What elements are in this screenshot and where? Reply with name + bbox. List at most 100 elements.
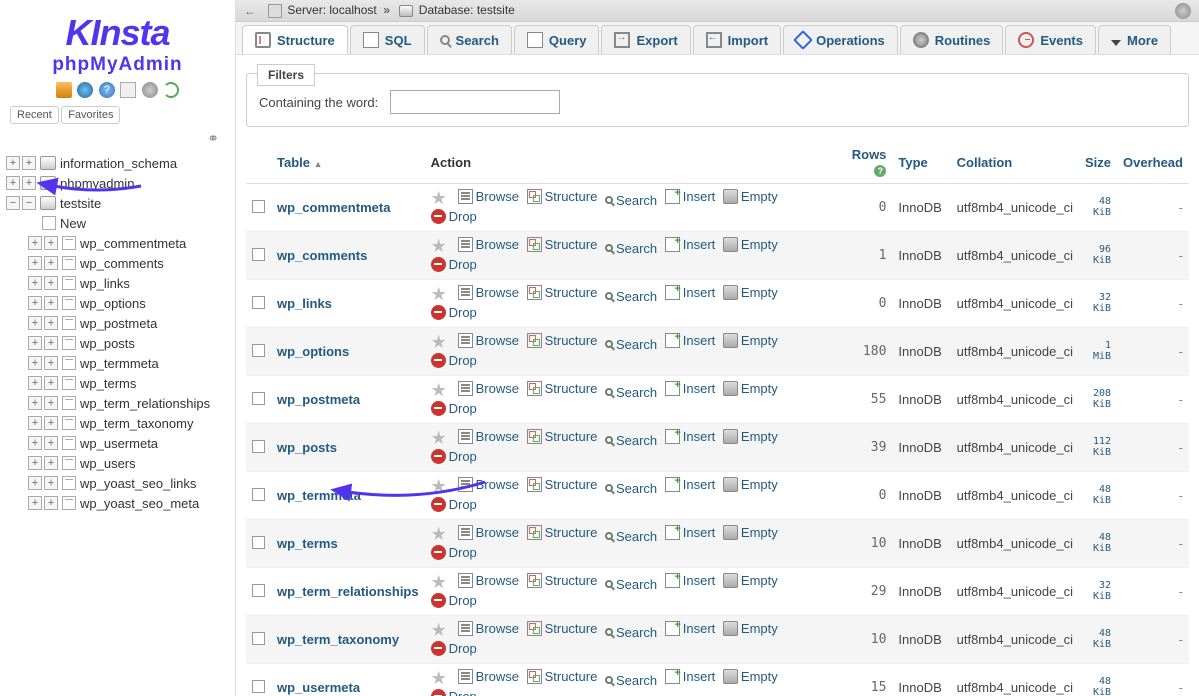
table-node[interactable]: wp_users (80, 456, 136, 471)
row-checkbox[interactable] (252, 632, 265, 645)
drop-action[interactable]: Drop (431, 641, 477, 656)
favorite-icon[interactable]: ★ (431, 236, 447, 256)
row-checkbox[interactable] (252, 440, 265, 453)
insert-action[interactable]: Insert (665, 429, 716, 444)
browse-action[interactable]: Browse (458, 477, 519, 492)
expand-icon[interactable]: + (44, 376, 58, 390)
insert-action[interactable]: Insert (665, 573, 716, 588)
tab-favorites[interactable]: Favorites (61, 106, 120, 124)
expand-icon[interactable]: + (28, 236, 42, 250)
drop-action[interactable]: Drop (431, 449, 477, 464)
search-action[interactable]: Search (605, 385, 657, 400)
favorite-icon[interactable]: ★ (431, 380, 447, 400)
structure-action[interactable]: Structure (527, 477, 598, 492)
tab-import[interactable]: Import (693, 25, 781, 54)
exit-icon[interactable] (77, 82, 93, 98)
empty-action[interactable]: Empty (723, 621, 778, 636)
insert-action[interactable]: Insert (665, 381, 716, 396)
browse-action[interactable]: Browse (458, 189, 519, 204)
insert-action[interactable]: Insert (665, 285, 716, 300)
row-checkbox[interactable] (252, 296, 265, 309)
row-checkbox[interactable] (252, 536, 265, 549)
new-table-link[interactable]: New (60, 216, 86, 231)
structure-action[interactable]: Structure (527, 669, 598, 684)
row-checkbox[interactable] (252, 584, 265, 597)
search-action[interactable]: Search (605, 529, 657, 544)
row-checkbox[interactable] (252, 344, 265, 357)
favorite-icon[interactable]: ★ (431, 428, 447, 448)
table-node[interactable]: wp_comments (80, 256, 164, 271)
table-node[interactable]: wp_terms (80, 376, 136, 391)
filter-input[interactable] (390, 90, 560, 114)
expand-icon[interactable]: + (44, 436, 58, 450)
expand-icon[interactable]: + (44, 316, 58, 330)
expand-icon[interactable]: + (28, 316, 42, 330)
help-icon[interactable]: ? (99, 82, 115, 98)
expand-icon[interactable]: + (28, 336, 42, 350)
nav-back-icon[interactable]: ← (244, 4, 256, 18)
expand-icon[interactable]: + (44, 496, 58, 510)
favorite-icon[interactable]: ★ (431, 524, 447, 544)
empty-action[interactable]: Empty (723, 669, 778, 684)
page-settings-icon[interactable] (1175, 3, 1191, 19)
insert-action[interactable]: Insert (665, 669, 716, 684)
empty-action[interactable]: Empty (723, 189, 778, 204)
structure-action[interactable]: Structure (527, 237, 598, 252)
row-checkbox[interactable] (252, 200, 265, 213)
insert-action[interactable]: Insert (665, 237, 716, 252)
structure-action[interactable]: Structure (527, 429, 598, 444)
browse-action[interactable]: Browse (458, 525, 519, 540)
expand-icon[interactable]: + (28, 496, 42, 510)
table-name-link[interactable]: wp_term_taxonomy (277, 632, 399, 647)
expand-icon[interactable]: + (28, 276, 42, 290)
table-name-link[interactable]: wp_termmeta (277, 488, 361, 503)
search-action[interactable]: Search (605, 481, 657, 496)
empty-action[interactable]: Empty (723, 285, 778, 300)
table-name-link[interactable]: wp_postmeta (277, 392, 360, 407)
drop-action[interactable]: Drop (431, 401, 477, 416)
table-name-link[interactable]: wp_term_relationships (277, 584, 419, 599)
table-node[interactable]: wp_options (80, 296, 146, 311)
drop-action[interactable]: Drop (431, 353, 477, 368)
favorite-icon[interactable]: ★ (431, 188, 447, 208)
favorite-icon[interactable]: ★ (431, 332, 447, 352)
link-icon[interactable]: ⚭ (0, 128, 235, 153)
expand-icon[interactable]: + (44, 396, 58, 410)
insert-action[interactable]: Insert (665, 333, 716, 348)
search-action[interactable]: Search (605, 433, 657, 448)
expand-icon[interactable]: + (28, 296, 42, 310)
col-type[interactable]: Type (892, 141, 950, 184)
expand-icon[interactable]: + (44, 296, 58, 310)
expand-icon[interactable]: + (28, 456, 42, 470)
table-node[interactable]: wp_term_relationships (80, 396, 210, 411)
structure-action[interactable]: Structure (527, 189, 598, 204)
empty-action[interactable]: Empty (723, 381, 778, 396)
drop-action[interactable]: Drop (431, 689, 477, 696)
tab-events[interactable]: Events (1005, 25, 1096, 54)
tab-routines[interactable]: Routines (900, 25, 1004, 54)
table-node[interactable]: wp_usermeta (80, 436, 158, 451)
expand-icon[interactable]: + (6, 176, 20, 190)
structure-action[interactable]: Structure (527, 621, 598, 636)
drop-action[interactable]: Drop (431, 209, 477, 224)
database-name[interactable]: testsite (477, 3, 515, 17)
search-action[interactable]: Search (605, 193, 657, 208)
db-node[interactable]: testsite (60, 196, 101, 211)
expand-icon[interactable]: + (44, 236, 58, 250)
col-collation[interactable]: Collation (951, 141, 1079, 184)
drop-action[interactable]: Drop (431, 593, 477, 608)
table-node[interactable]: wp_links (80, 276, 130, 291)
expand-icon[interactable]: + (22, 176, 36, 190)
table-node[interactable]: wp_postmeta (80, 316, 157, 331)
expand-icon[interactable]: − (6, 196, 20, 210)
expand-icon[interactable]: − (22, 196, 36, 210)
table-node[interactable]: wp_yoast_seo_links (80, 476, 196, 491)
expand-icon[interactable]: + (44, 476, 58, 490)
structure-action[interactable]: Structure (527, 525, 598, 540)
search-action[interactable]: Search (605, 577, 657, 592)
tab-sql[interactable]: SQL (350, 25, 425, 54)
expand-icon[interactable]: + (44, 416, 58, 430)
drop-action[interactable]: Drop (431, 305, 477, 320)
table-name-link[interactable]: wp_links (277, 296, 332, 311)
structure-action[interactable]: Structure (527, 381, 598, 396)
